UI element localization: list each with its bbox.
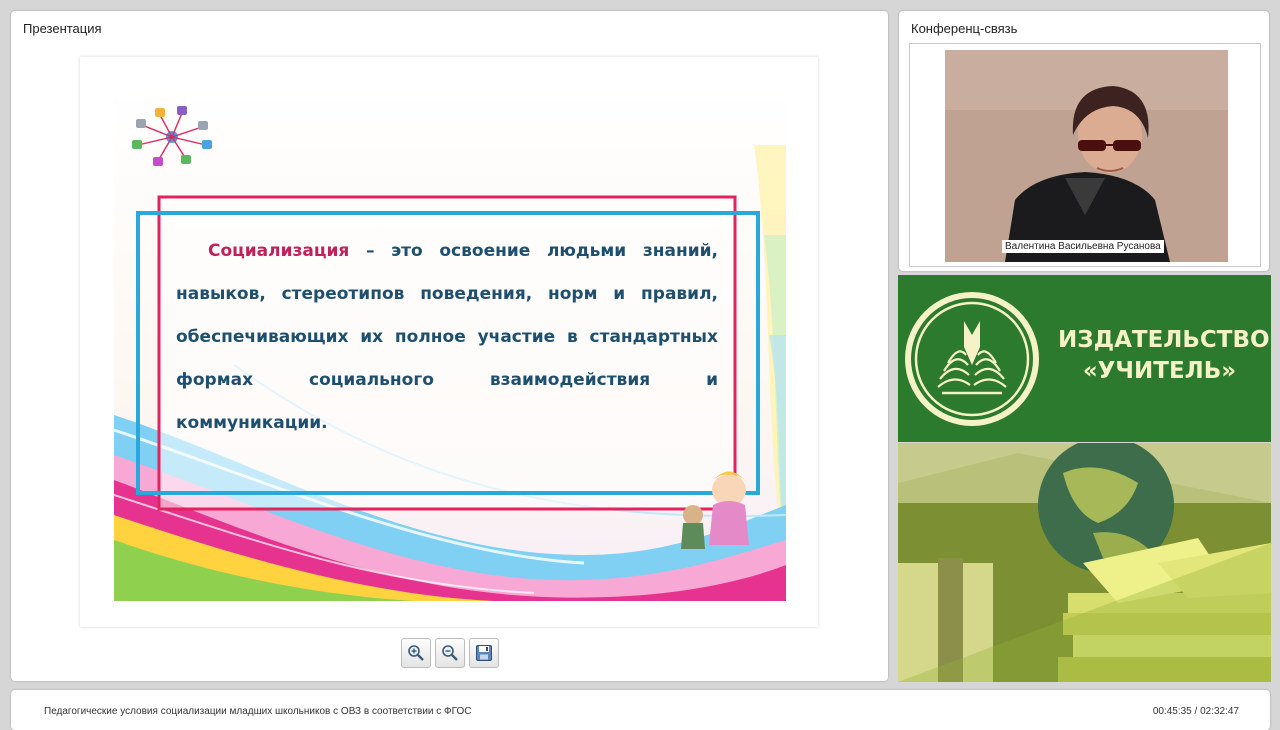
save-icon	[476, 645, 492, 661]
zoom-out-icon	[442, 645, 458, 661]
slide: Социализация – это освоение людьми знани…	[114, 85, 786, 601]
definition-term: Социализация	[208, 241, 350, 261]
speaker-video-image	[945, 50, 1228, 262]
conference-title: Конференц-связь	[911, 21, 1018, 36]
presentation-panel: Презентация Социализация – это освоение …	[11, 11, 888, 681]
save-button[interactable]	[469, 638, 499, 668]
conference-panel: Конференц-связь Валентина Васильевна Рус…	[899, 11, 1269, 271]
publisher-banner: ИЗДАТЕЛЬСТВО «УЧИТЕЛЬ»	[898, 275, 1271, 442]
publisher-name: ИЗДАТЕЛЬСТВО «УЧИТЕЛЬ»	[1058, 325, 1270, 387]
books-globe-image	[898, 443, 1271, 682]
slide-toolbar	[401, 638, 499, 668]
webinar-title: Педагогические условия социализации млад…	[44, 706, 472, 717]
zoom-in-button[interactable]	[401, 638, 431, 668]
definition-text: Социализация – это освоение людьми знани…	[176, 230, 718, 445]
zoom-in-icon	[408, 645, 424, 661]
playback-time: 00:45:35 / 02:32:47	[1152, 706, 1239, 717]
footer-bar: Педагогические условия социализации млад…	[11, 690, 1270, 730]
speaker-name-label: Валентина Васильевна Русанова	[1002, 240, 1164, 253]
publisher-name-line1: ИЗДАТЕЛЬСТВО	[1058, 327, 1270, 353]
publisher-name-line2: «УЧИТЕЛЬ»	[1082, 358, 1237, 384]
video-feed[interactable]: Валентина Васильевна Русанова	[945, 50, 1228, 262]
video-container: Валентина Васильевна Русанова	[909, 43, 1261, 267]
books-globe-illustration	[898, 443, 1271, 682]
slide-frame: Социализация – это освоение людьми знани…	[80, 57, 818, 627]
definition-body: – это освоение людьми знаний, навыков, с…	[176, 241, 718, 433]
zoom-out-button[interactable]	[435, 638, 465, 668]
presentation-title: Презентация	[23, 21, 102, 36]
